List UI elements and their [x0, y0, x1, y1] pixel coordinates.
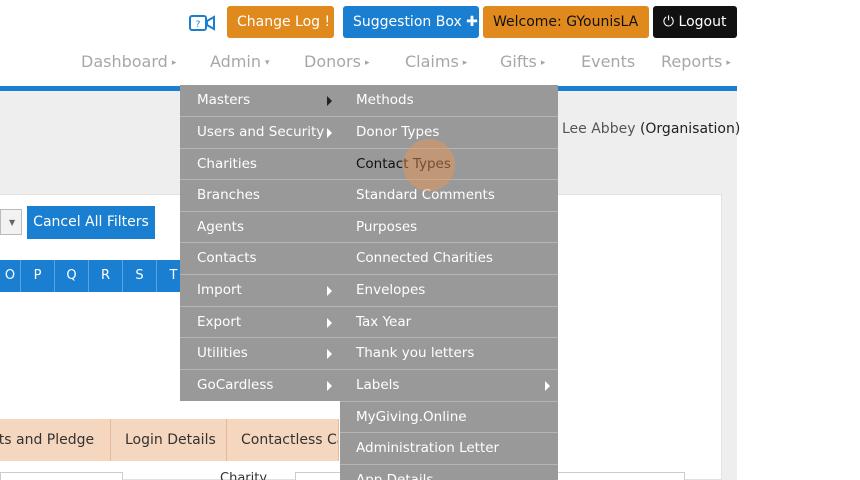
nav-donors[interactable]: Donors ▸: [304, 52, 369, 71]
alphabet-letter[interactable]: Q: [55, 260, 89, 292]
submenu-arrow-icon: [327, 349, 332, 359]
alphabet-filter: O P Q R S T: [0, 260, 191, 292]
submenu-arrow-icon: [327, 286, 332, 296]
menu-item-export[interactable]: Export: [180, 306, 340, 337]
submenu-arrow-icon: [545, 381, 550, 391]
bottom-input-left[interactable]: [0, 472, 123, 480]
menu-item-administration-letter[interactable]: Administration Letter: [340, 432, 558, 463]
tab-defaults-and-pledge[interactable]: ults and Pledge: [0, 419, 111, 461]
menu-item-users-and-security[interactable]: Users and Security: [180, 116, 340, 147]
nav-reports[interactable]: Reports ▸: [661, 52, 731, 71]
menu-item-contacts[interactable]: Contacts: [180, 242, 340, 273]
suggestion-box-button[interactable]: Suggestion Box ✚: [343, 6, 479, 38]
cancel-all-filters-button[interactable]: Cancel All Filters: [27, 206, 155, 239]
video-help-icon[interactable]: ?: [189, 14, 215, 32]
alphabet-letter[interactable]: P: [21, 260, 55, 292]
nav-caret-icon: ▸: [462, 58, 468, 68]
alphabet-letter[interactable]: S: [123, 260, 157, 292]
menu-item-utilities[interactable]: Utilities: [180, 337, 340, 368]
submenu-arrow-icon: [327, 381, 332, 391]
menu-item-connected-charities[interactable]: Connected Charities: [340, 242, 558, 273]
change-log-button[interactable]: Change Log !: [227, 6, 334, 38]
submenu-arrow-icon: [327, 318, 332, 328]
main-nav: Dashboard ▸ Admin ▾ Donors ▸ Claims ▸ Gifts ▸…: [0, 52, 860, 76]
menu-item-tax-year[interactable]: Tax Year: [340, 306, 558, 337]
menu-item-branches[interactable]: Branches: [180, 179, 340, 210]
logout-button[interactable]: ⏻ Logout: [653, 6, 737, 38]
welcome-user-button[interactable]: Welcome: GYounisLA: [483, 6, 649, 38]
click-indicator: [403, 139, 455, 191]
svg-text:?: ?: [196, 20, 201, 30]
menu-item-thank-you-letters[interactable]: Thank you letters: [340, 337, 558, 368]
nav-caret-icon: ▾: [265, 58, 270, 68]
menu-item-methods[interactable]: Methods: [340, 85, 558, 116]
tab-login-details[interactable]: Login Details: [111, 419, 227, 461]
menu-item-charities[interactable]: Charities: [180, 148, 340, 179]
masters-submenu: Methods Donor Types Contact Types Standa…: [340, 85, 558, 480]
menu-item-mygiving-online[interactable]: MyGiving.Online: [340, 401, 558, 432]
nav-gifts[interactable]: Gifts ▸: [500, 52, 545, 71]
charity-label: Charity: [220, 471, 268, 480]
alphabet-letter[interactable]: O: [0, 260, 21, 292]
chevron-down-icon: ▼: [9, 218, 16, 227]
nav-caret-icon: ▸: [726, 58, 731, 68]
nav-caret-icon: ▸: [171, 58, 177, 68]
menu-item-labels[interactable]: Labels: [340, 369, 558, 400]
menu-item-agents[interactable]: Agents: [180, 211, 340, 242]
submenu-arrow-icon: [327, 96, 332, 106]
nav-dashboard[interactable]: Dashboard ▸: [81, 52, 176, 71]
nav-claims[interactable]: Claims ▸: [405, 52, 467, 71]
menu-item-standard-comments[interactable]: Standard Comments: [340, 179, 558, 210]
content-right-margin: [737, 91, 860, 480]
nav-events[interactable]: Events: [581, 52, 635, 71]
nav-caret-icon: ▸: [364, 58, 370, 68]
menu-item-gocardless[interactable]: GoCardless: [180, 369, 340, 400]
menu-item-purposes[interactable]: Purposes: [340, 211, 558, 242]
admin-menu: Masters Users and Security Charities Bra…: [180, 85, 340, 401]
menu-item-masters[interactable]: Masters: [180, 85, 340, 116]
nav-admin[interactable]: Admin ▾: [210, 52, 270, 71]
alphabet-letter[interactable]: R: [89, 260, 123, 292]
submenu-arrow-icon: [327, 128, 332, 138]
menu-item-import[interactable]: Import: [180, 274, 340, 305]
menu-item-app-details[interactable]: App Details: [340, 464, 558, 480]
detail-tabs: ults and Pledge Login Details Contactles…: [0, 419, 339, 461]
menu-item-donor-types[interactable]: Donor Types: [340, 116, 558, 147]
menu-item-envelopes[interactable]: Envelopes: [340, 274, 558, 305]
organisation-label: Lee Abbey (Organisation): [562, 121, 741, 137]
top-bar: ? Change Log ! Suggestion Box ✚ Welcome:…: [0, 5, 860, 39]
filter-select[interactable]: ▼: [0, 209, 22, 235]
nav-caret-icon: ▸: [540, 58, 546, 68]
tab-contactless-card[interactable]: Contactless Car: [227, 419, 339, 461]
